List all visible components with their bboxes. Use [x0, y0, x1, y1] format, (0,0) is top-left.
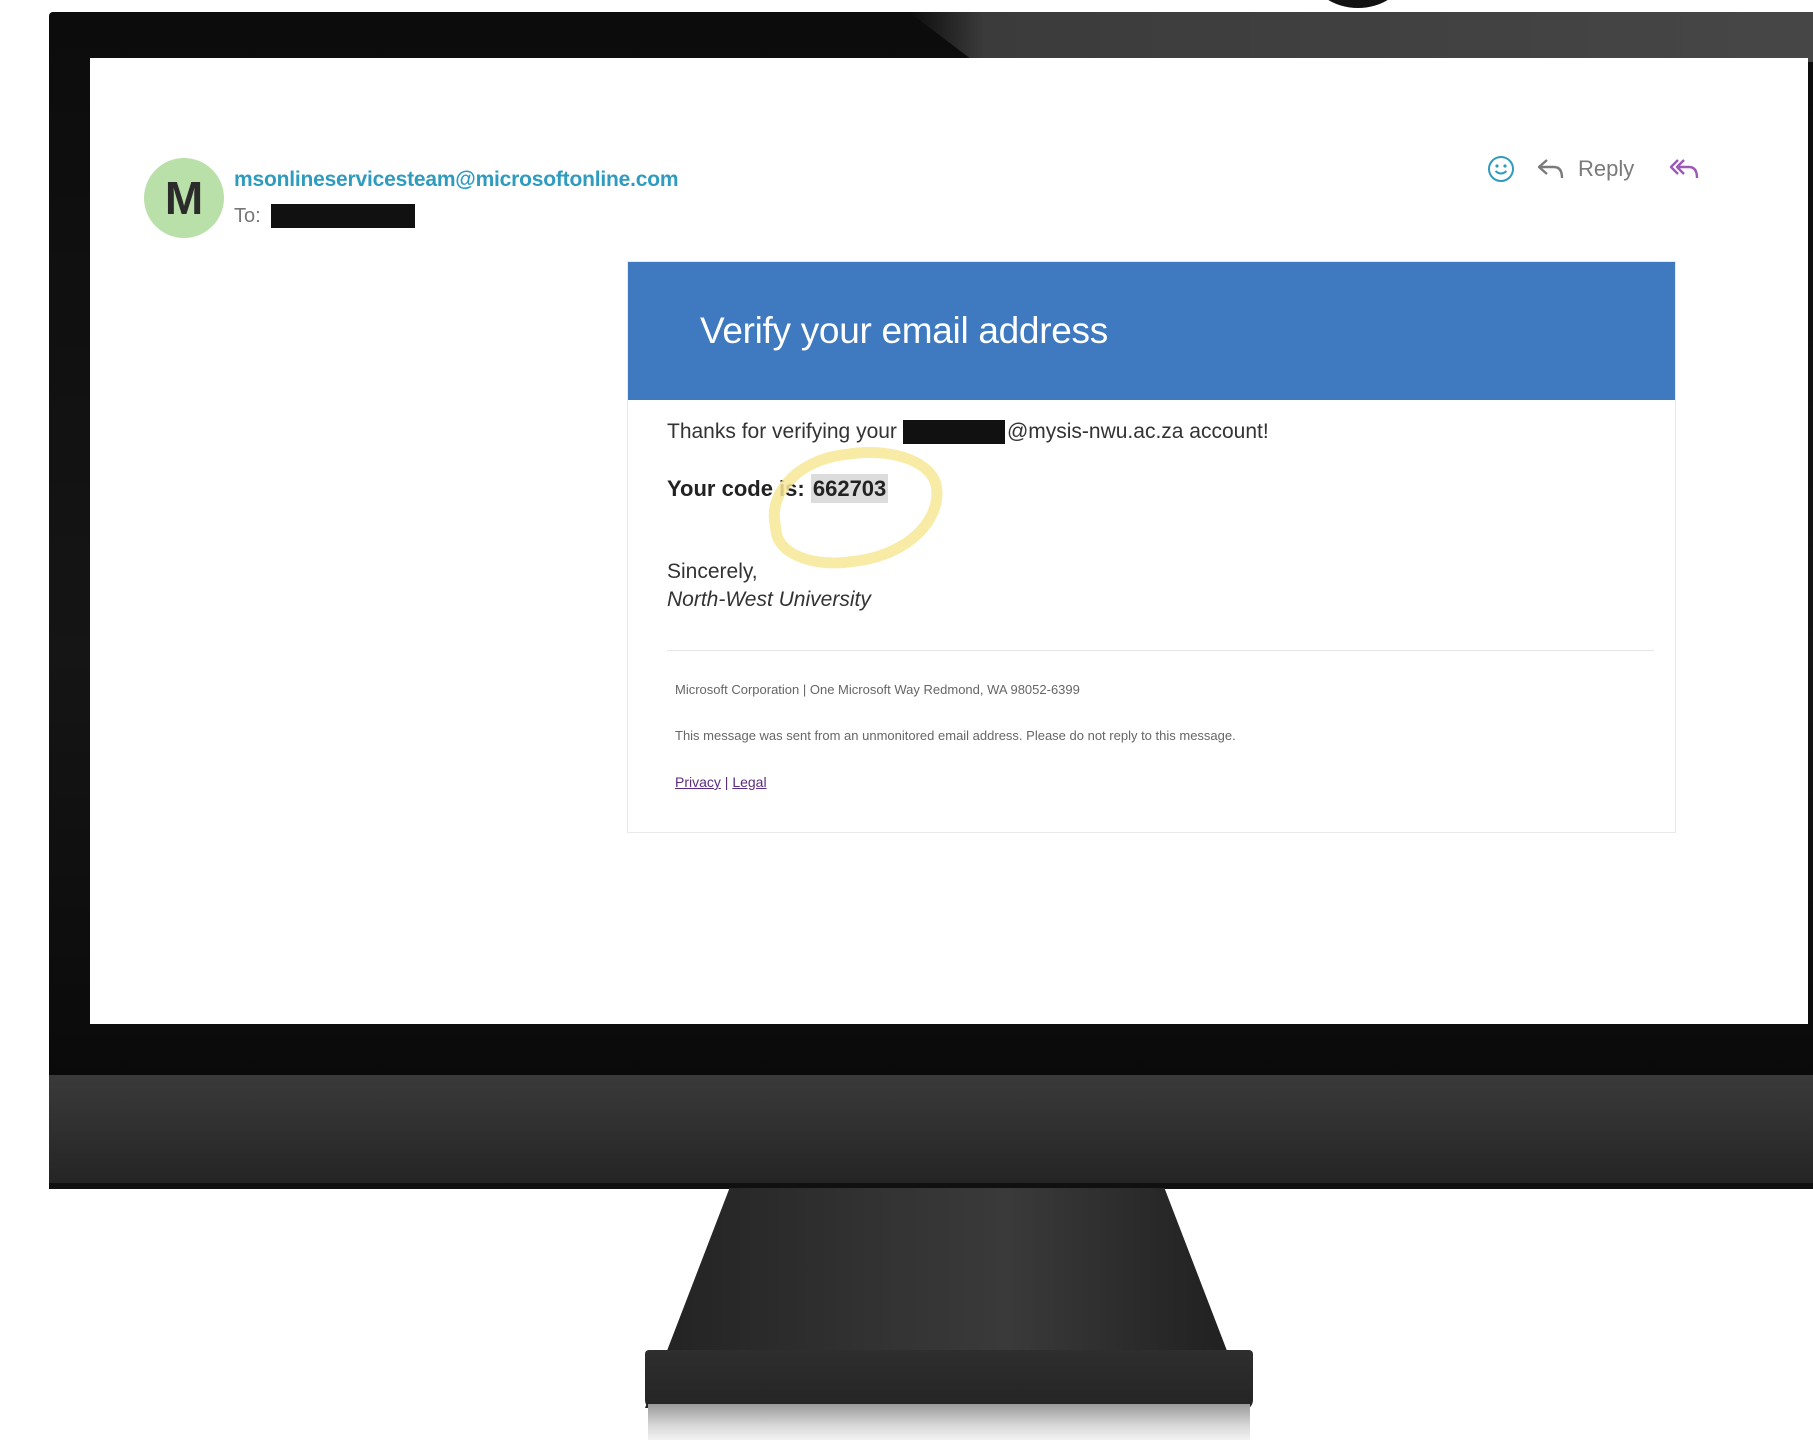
- privacy-link[interactable]: Privacy: [675, 774, 721, 790]
- footer-notice: This message was sent from an unmonitore…: [675, 728, 1236, 743]
- footer-links: Privacy | Legal: [675, 774, 767, 790]
- link-separator: |: [724, 774, 729, 790]
- legal-link[interactable]: Legal: [732, 774, 766, 790]
- monitor-screen: M msonlineservicesteam@microsoftonline.c…: [90, 58, 1808, 1024]
- signature: North-West University: [667, 588, 871, 611]
- reply-button[interactable]: Reply: [1536, 156, 1634, 182]
- footer-address: Microsoft Corporation | One Microsoft Wa…: [675, 682, 1080, 697]
- closing: Sincerely,: [667, 560, 758, 583]
- monitor-stand-reflection: [648, 1404, 1250, 1440]
- redacted-recipient: [270, 204, 415, 228]
- verification-text: Thanks for verifying your @mysis-nwu.ac.…: [667, 420, 1269, 444]
- monitor-chin: [49, 1075, 1813, 1189]
- sender-address[interactable]: msonlineservicesteam@microsoftonline.com: [234, 168, 678, 192]
- reply-arrow-icon: [1536, 156, 1566, 182]
- highlight-circle: [760, 436, 952, 578]
- message-actions: Reply: [1486, 154, 1700, 184]
- message-card: Verify your email address Thanks for ver…: [627, 261, 1676, 833]
- reply-all-arrow-icon[interactable]: [1668, 156, 1700, 182]
- divider: [667, 650, 1654, 651]
- reply-label: Reply: [1578, 156, 1635, 181]
- body-suffix: @mysis-nwu.ac.za account!: [1006, 420, 1269, 443]
- scene: M msonlineservicesteam@microsoftonline.c…: [0, 0, 1813, 1440]
- decorative-ring: [1312, 0, 1404, 8]
- banner-title: Verify your email address: [700, 310, 1108, 351]
- to-label: To:: [234, 204, 261, 227]
- message-banner: Verify your email address: [628, 262, 1675, 400]
- smiley-icon[interactable]: [1486, 154, 1516, 184]
- recipient-row: To:: [234, 204, 415, 228]
- body-prefix: Thanks for verifying your: [667, 420, 897, 443]
- avatar: M: [144, 158, 224, 238]
- redacted-username: [902, 420, 1005, 444]
- monitor-stand-base: [645, 1350, 1253, 1410]
